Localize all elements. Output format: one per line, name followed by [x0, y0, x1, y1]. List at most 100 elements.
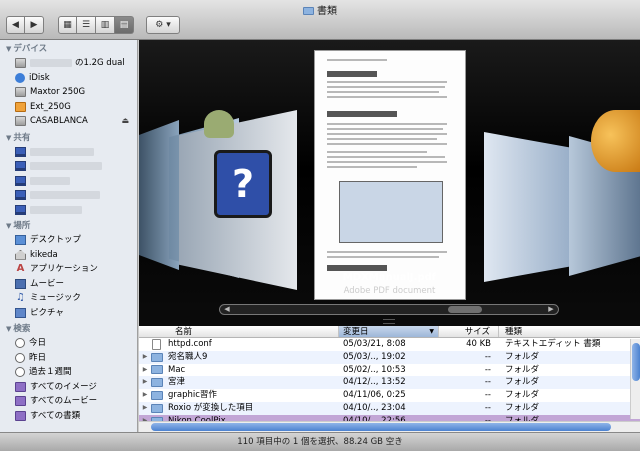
disclosure-triangle-icon[interactable]: ▶ [139, 389, 151, 402]
back-button[interactable]: ◀ [6, 16, 25, 34]
column-header-size[interactable]: サイズ [439, 326, 499, 337]
icon-grid-icon: ▦ [63, 20, 72, 30]
network-computer-icon [15, 161, 26, 172]
sidebar-item-maxtor[interactable]: Maxtor 250G [0, 85, 137, 100]
sidebar-item-casablanca[interactable]: CASABLANCA ⏏ [0, 114, 137, 129]
sidebar-section-search[interactable]: ▼ 検索 [0, 322, 137, 336]
music-note-icon: ♫ [16, 292, 25, 304]
network-computer-icon [15, 204, 26, 215]
eject-icon[interactable]: ⏏ [121, 114, 129, 129]
disk-icon [15, 116, 26, 127]
sidebar-item-shared-1[interactable] [0, 145, 137, 160]
redacted-name [30, 162, 102, 171]
folder-icon [151, 378, 163, 388]
list-header: 名前 変更日 ▼ サイズ 種類 [139, 326, 640, 338]
column-header-name[interactable]: 名前 [139, 326, 339, 337]
network-computer-icon [15, 146, 26, 157]
horizontal-scroll-thumb[interactable] [151, 423, 611, 431]
sidebar-item-ext250g[interactable]: Ext_250G [0, 100, 137, 115]
coverflow-filename: MDXManualJ.pdf [342, 272, 437, 283]
status-bar: 110 項目中の 1 個を選択、88.24 GB 空き [0, 432, 640, 451]
screenshot-figure [339, 181, 443, 243]
clock-icon [15, 367, 25, 378]
external-drive-icon [15, 87, 26, 98]
scroll-right-icon[interactable]: ▶ [544, 305, 558, 314]
coverflow-scroll-thumb[interactable] [448, 306, 482, 313]
column-header-date[interactable]: 変更日 ▼ [339, 326, 439, 337]
sidebar-item-all-documents[interactable]: すべての書類 [0, 409, 137, 424]
disclosure-triangle-icon[interactable]: ▶ [139, 376, 151, 389]
table-row[interactable]: httpd.conf 05/03/21, 8:08 40 KB テキストエディッ… [139, 338, 640, 351]
desktop-icon [15, 235, 26, 246]
disclosure-triangle-icon[interactable]: ▶ [139, 402, 151, 415]
sidebar-section-places[interactable]: ▼ 場所 [0, 219, 137, 233]
redacted-name [30, 176, 70, 185]
sidebar-item-past-week[interactable]: 過去１週間 [0, 365, 137, 380]
movies-icon [15, 278, 26, 289]
sidebar-item-music[interactable]: ♫ ミュージック [0, 291, 137, 306]
table-row[interactable]: ▶ Roxio が変換した項目 04/10/.., 23:04 -- フォルダ [139, 401, 640, 415]
text-document-icon [152, 338, 161, 350]
network-computer-icon [15, 190, 26, 201]
vertical-scrollbar[interactable] [630, 339, 640, 419]
sidebar-item-yesterday[interactable]: 昨日 [0, 351, 137, 366]
list-view-button[interactable]: ☰ [77, 16, 96, 34]
lock-shackle-icon [204, 110, 234, 138]
vertical-scroll-thumb[interactable] [632, 343, 640, 381]
sidebar-item-shared-2[interactable] [0, 159, 137, 174]
sidebar-item-home[interactable]: kikeda [0, 248, 137, 263]
coverflow-view-button[interactable]: ▤ [115, 16, 134, 34]
sidebar-item-shared-4[interactable] [0, 188, 137, 203]
sidebar-item-all-images[interactable]: すべてのイメージ [0, 380, 137, 395]
sidebar-section-shared[interactable]: ▼ 共有 [0, 131, 137, 145]
horizontal-scrollbar[interactable] [139, 421, 640, 432]
firewire-drive-icon [15, 101, 26, 112]
pane-resize-handle[interactable] [383, 319, 395, 324]
list-lines-icon: ☰ [81, 20, 91, 30]
coverflow-icon: ▤ [119, 20, 129, 30]
sidebar-item-desktop[interactable]: デスクトップ [0, 233, 137, 248]
sidebar-item-all-movies[interactable]: すべてのムービー [0, 394, 137, 409]
disclosure-triangle-icon[interactable]: ▶ [139, 364, 151, 377]
sidebar-item-mac-hd[interactable]: の1.2G dual [0, 56, 137, 71]
folder-icon [151, 365, 163, 375]
smart-folder-icon [15, 396, 26, 407]
file-list: 名前 変更日 ▼ サイズ 種類 httpd.conf 05/03/21, 8:08… [139, 326, 640, 432]
disclosure-triangle-icon: ▼ [6, 222, 12, 230]
sidebar-section-devices[interactable]: ▼ デバイス [0, 42, 137, 56]
sidebar-item-pictures[interactable]: ピクチャ [0, 306, 137, 321]
action-menu-button[interactable]: ⚙ ▾ [146, 16, 180, 34]
coverflow-scrollbar[interactable]: ◀ ▶ [219, 304, 559, 315]
pdf-page-preview[interactable] [314, 50, 466, 300]
column-view-button[interactable]: ▥ [96, 16, 115, 34]
icon-view-button[interactable]: ▦ [58, 16, 77, 34]
sidebar-item-movies[interactable]: ムービー [0, 277, 137, 292]
redacted-name [30, 59, 72, 68]
forward-button[interactable]: ▶ [25, 16, 44, 34]
sidebar-item-shared-5[interactable] [0, 203, 137, 218]
smart-folder-icon [15, 410, 26, 421]
redacted-name [30, 205, 82, 214]
coverflow-pane[interactable]: ? MDXManualJ.pdf Adobe PDF document ◀ ▶ [139, 40, 640, 326]
window-title: 書類 [0, 2, 640, 17]
coverflow-kind: Adobe PDF document [343, 286, 436, 296]
table-row[interactable]: ▶ 宮津 04/12/.., 13:52 -- フォルダ [139, 376, 640, 390]
nav-buttons: ◀ ▶ [6, 16, 44, 34]
disclosure-triangle-icon: ▼ [6, 45, 12, 53]
scroll-left-icon[interactable]: ◀ [220, 305, 234, 314]
table-row[interactable]: ▶ Mac 05/02/.., 10:53 -- フォルダ [139, 364, 640, 377]
sidebar-item-shared-3[interactable] [0, 174, 137, 189]
app-icon-cover[interactable] [591, 110, 640, 172]
table-row[interactable]: ▶ graphic習作 04/11/06, 0:25 -- フォルダ [139, 389, 640, 402]
sidebar-item-today[interactable]: 今日 [0, 336, 137, 351]
sidebar-item-idisk[interactable]: iDisk [0, 71, 137, 86]
sidebar-item-applications[interactable]: A アプリケーション [0, 262, 137, 277]
table-row[interactable]: ▶ 宛名職人9 05/03/.., 19:02 -- フォルダ [139, 350, 640, 364]
disclosure-triangle-icon[interactable]: ▶ [139, 351, 151, 364]
folder-icon [303, 7, 314, 15]
home-icon [15, 249, 26, 260]
clock-icon [15, 352, 25, 363]
disclosure-triangle-icon: ▼ [6, 325, 12, 333]
column-header-kind[interactable]: 種類 [499, 326, 640, 337]
applications-icon: A [16, 263, 25, 275]
